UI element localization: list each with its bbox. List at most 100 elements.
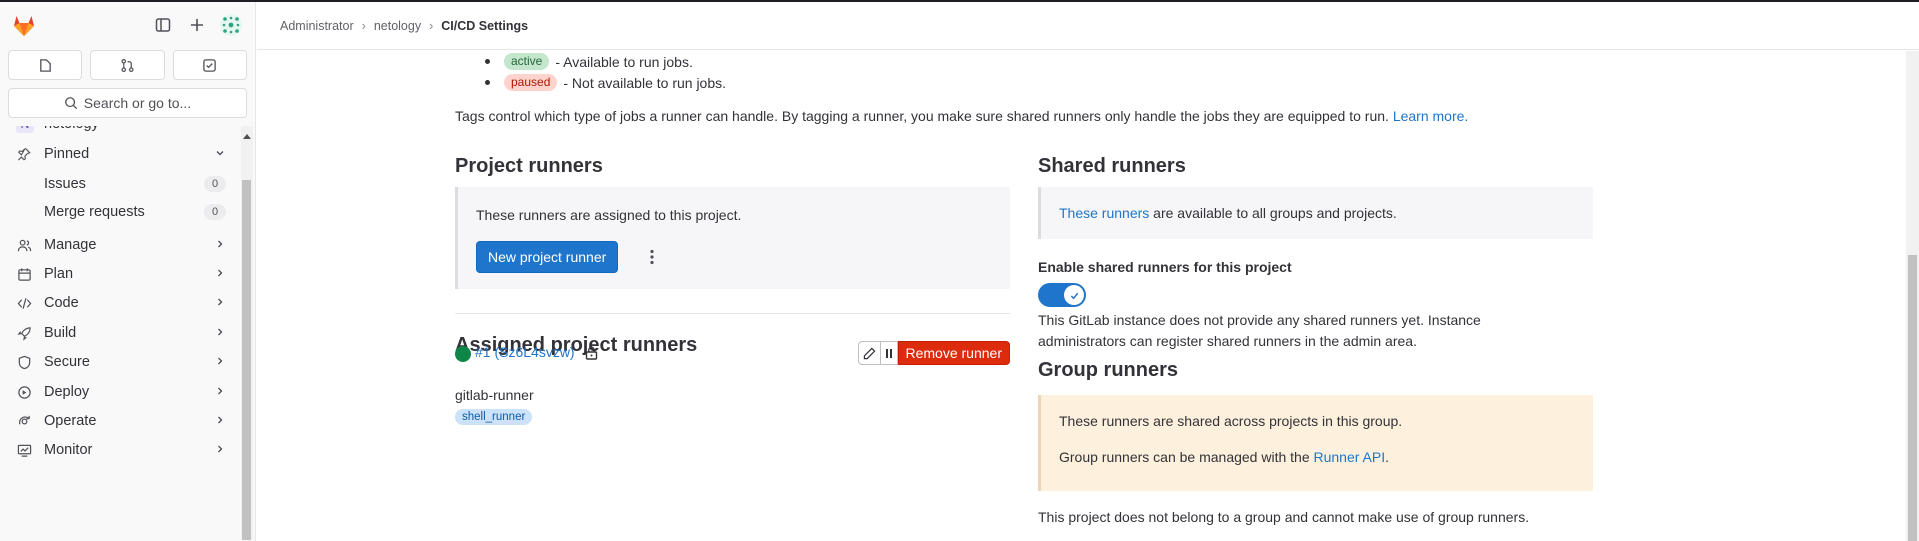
issues-counter-button[interactable] <box>8 50 83 80</box>
todo-icon <box>203 58 217 72</box>
users-icon <box>16 237 32 253</box>
merge-request-icon <box>121 58 134 72</box>
runner-tag: shell_runner <box>455 409 533 425</box>
monitor-icon <box>16 442 32 458</box>
toggle-label: Enable shared runners for this project <box>1038 259 1292 275</box>
project-runners-box: These runners are assigned to this proje… <box>455 187 1010 289</box>
chevron-right-icon <box>214 238 226 254</box>
shared-runners-description: are available to all groups and projects… <box>1153 205 1397 221</box>
breadcrumb-item[interactable]: netology <box>374 19 421 33</box>
sidebar-item-code[interactable]: Code <box>8 287 232 319</box>
check-icon <box>1064 285 1084 305</box>
operate-icon <box>16 413 32 429</box>
gitlab-logo-icon[interactable] <box>10 11 38 39</box>
runner-row: #1 (Sz6L4svzw) Remove runner <box>455 341 1010 365</box>
edit-runner-button[interactable] <box>857 341 881 365</box>
chevron-right-icon <box>214 355 226 371</box>
sidebar-item-label: Build <box>44 325 77 341</box>
group-runners-line: These runners are shared across projects… <box>1059 413 1403 429</box>
sidebar-item-pinned[interactable]: Pinned <box>8 138 232 170</box>
tags-note: Tags control which type of jobs a runner… <box>455 108 1595 124</box>
group-runners-note: This project does not belong to a group … <box>1038 509 1530 525</box>
sidebar-item-manage[interactable]: Manage <box>8 229 232 261</box>
sidebar-scrollbar[interactable] <box>241 126 253 540</box>
chevron-right-icon <box>214 267 226 283</box>
remove-runner-button[interactable]: Remove runner <box>897 341 1010 365</box>
shared-runners-section: Shared runners These runners are availab… <box>1038 151 1593 525</box>
divider <box>455 313 1010 314</box>
shield-icon <box>16 354 32 370</box>
top-bar: Administrator › netology › CI/CD Setting… <box>257 2 1919 50</box>
breadcrumb: Administrator › netology › CI/CD Setting… <box>280 19 528 33</box>
plus-icon[interactable] <box>183 11 211 39</box>
main-content: active - Available to run jobs. paused -… <box>257 51 1919 541</box>
pause-runner-button[interactable] <box>880 341 898 365</box>
todos-counter-button[interactable] <box>172 50 247 80</box>
plan-icon <box>16 266 32 282</box>
punctuation: . <box>1385 449 1389 465</box>
shared-runners-box: These runners are available to all group… <box>1038 187 1593 239</box>
issues-icon <box>39 58 51 72</box>
group-runners-text: Group runners can be managed with the <box>1059 449 1310 465</box>
search-label: Search or go to... <box>83 95 192 111</box>
sidebar-item-label: Operate <box>44 413 97 429</box>
breadcrumb-current[interactable]: CI/CD Settings <box>441 19 528 33</box>
sidebar-item-plan[interactable]: Plan <box>8 258 232 290</box>
more-actions-icon[interactable] <box>644 247 660 267</box>
pencil-icon <box>863 347 875 359</box>
sidebar-top <box>0 2 255 48</box>
section-title: Shared runners <box>1038 155 1186 177</box>
new-project-runner-button[interactable]: New project runner <box>476 241 619 273</box>
scroll-up-icon[interactable] <box>243 134 251 139</box>
list-item: paused - Not available to run jobs. <box>485 72 726 93</box>
pause-icon <box>885 348 892 358</box>
chevron-right-icon <box>214 414 226 430</box>
merge-requests-counter-button[interactable] <box>90 50 165 80</box>
sidebar-item-label: Monitor <box>44 442 93 458</box>
project-name: netology <box>44 126 99 132</box>
group-runners-line: Group runners can be managed with the Ru… <box>1059 447 1575 467</box>
sidebar-scrollbar-thumb[interactable] <box>242 180 251 540</box>
learn-more-link[interactable]: Learn more. <box>1393 108 1468 124</box>
sidebar-item-merge-requests[interactable]: Merge requests 0 <box>8 196 232 228</box>
sidebar-item-deploy[interactable]: Deploy <box>8 376 232 408</box>
section-title: Project runners <box>455 155 603 177</box>
sidebar-item-label: Merge requests <box>44 204 145 220</box>
these-runners-link[interactable]: These runners <box>1059 205 1149 221</box>
sidebar-item-label: Secure <box>44 354 90 370</box>
tags-note-text: Tags control which type of jobs a runner… <box>455 108 1389 124</box>
chevron-right-icon <box>214 296 226 312</box>
sidebar-item-operate[interactable]: Operate <box>8 405 232 437</box>
rocket-icon <box>16 325 32 341</box>
shared-runners-toggle[interactable] <box>1038 283 1086 307</box>
list-item: active - Available to run jobs. <box>485 51 726 72</box>
issues-count-badge: 0 <box>204 176 226 192</box>
page-scrollbar[interactable] <box>1906 51 1919 541</box>
status-description: - Available to run jobs. <box>555 53 693 70</box>
runner-status-legend: active - Available to run jobs. paused -… <box>485 51 726 93</box>
pinned-label: Pinned <box>44 146 90 162</box>
avatar[interactable] <box>217 11 245 39</box>
search-icon <box>64 97 77 110</box>
sidebar-toggle-icon[interactable] <box>149 11 177 39</box>
breadcrumb-separator-icon: › <box>361 18 366 33</box>
lock-icon <box>585 346 598 363</box>
search-button[interactable]: Search or go to... <box>8 88 247 118</box>
pin-icon <box>16 146 32 162</box>
sidebar-item-build[interactable]: Build <box>8 317 232 349</box>
breadcrumb-item[interactable]: Administrator <box>280 19 354 33</box>
sidebar-item-secure[interactable]: Secure <box>8 346 232 378</box>
project-runners-section: Project runners These runners are assign… <box>455 151 1010 360</box>
sidebar-item-monitor[interactable]: Monitor <box>8 434 232 466</box>
page-scrollbar-thumb[interactable] <box>1908 255 1917 541</box>
group-runners-box: These runners are shared across projects… <box>1038 395 1593 491</box>
sidebar-item-label: Plan <box>44 266 74 282</box>
runner-actions: Remove runner <box>857 341 1010 365</box>
chevron-right-icon <box>214 385 226 401</box>
runner-link[interactable]: #1 (Sz6L4svzw) <box>475 344 575 360</box>
sidebar-item-label: Manage <box>44 237 97 253</box>
status-badge: active <box>504 53 550 70</box>
runner-description: gitlab-runner <box>455 387 534 403</box>
sidebar-item-label: Deploy <box>44 384 90 400</box>
runner-api-link[interactable]: Runner API <box>1314 449 1386 465</box>
